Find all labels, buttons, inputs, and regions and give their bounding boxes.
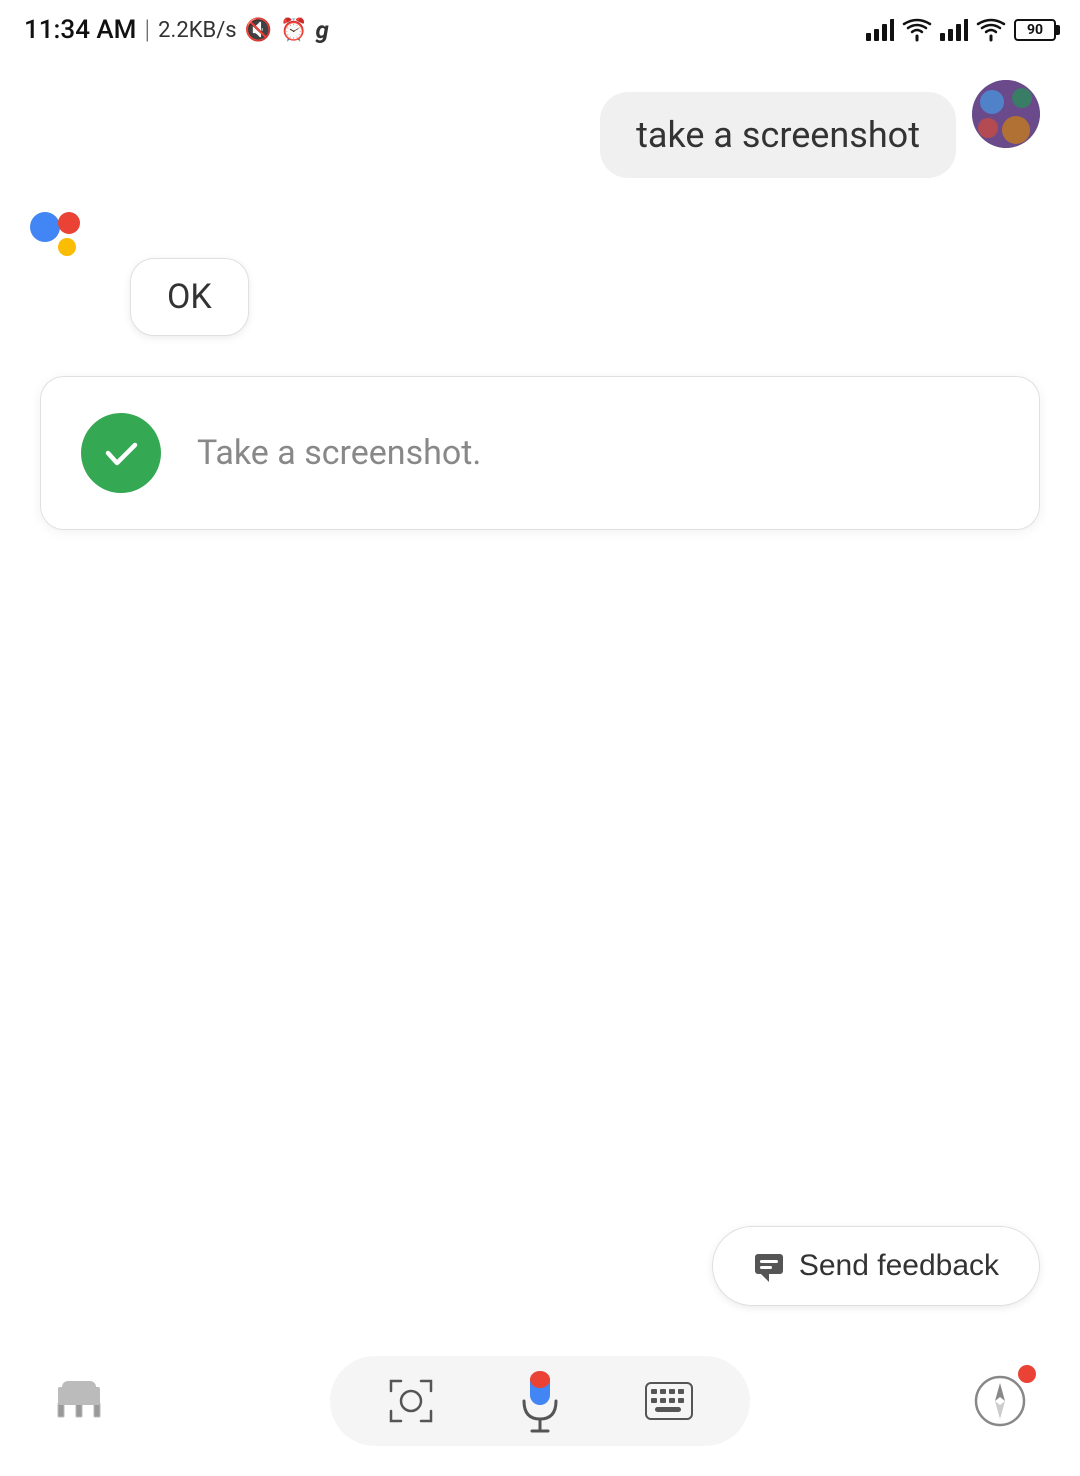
ok-text: OK <box>167 277 212 317</box>
status-left: 11:34 AM | 2.2KB/s 🔇 ⏰ g <box>24 15 329 45</box>
signal-icon-2 <box>940 19 968 41</box>
action-card: Take a screenshot. <box>40 376 1040 530</box>
action-card-text: Take a screenshot. <box>197 433 481 473</box>
assistant-row: OK <box>30 208 1050 336</box>
bottom-area: Send feedback <box>0 1226 1080 1476</box>
send-feedback-label: Send feedback <box>799 1249 999 1283</box>
ok-bubble: OK <box>130 258 249 336</box>
app-icon-g: g <box>315 16 328 44</box>
send-feedback-row: Send feedback <box>0 1226 1080 1306</box>
mute-icon: 🔇 <box>245 18 272 43</box>
keyboard-icon <box>645 1382 693 1420</box>
center-pill <box>330 1356 750 1446</box>
ghost-icon <box>50 1371 110 1431</box>
send-feedback-button[interactable]: Send feedback <box>712 1226 1040 1306</box>
keyboard-button[interactable] <box>643 1375 695 1427</box>
feedback-icon <box>753 1250 785 1282</box>
alarm-icon: ⏰ <box>280 18 307 43</box>
google-assistant-logo <box>30 212 110 272</box>
lens-button[interactable] <box>385 1375 437 1427</box>
compass-notification-dot <box>1018 1365 1036 1383</box>
microphone-button[interactable] <box>510 1361 570 1441</box>
signal-icon-1 <box>866 19 894 41</box>
google-dot-blue <box>30 212 60 242</box>
microphone-icon <box>516 1369 564 1433</box>
battery-level: 90 <box>1027 22 1043 38</box>
avatar <box>972 80 1040 148</box>
network-speed: 2.2KB/s <box>158 18 236 43</box>
status-bar: 11:34 AM | 2.2KB/s 🔇 ⏰ g <box>0 0 1080 60</box>
status-right: 90 <box>866 18 1056 42</box>
google-dot-red <box>58 212 80 234</box>
wifi-icon-2 <box>976 18 1006 42</box>
user-message-bubble: take a screenshot <box>600 92 956 178</box>
wifi-icon <box>902 18 932 42</box>
google-dot-yellow <box>58 238 76 256</box>
nav-ghost-button[interactable] <box>40 1361 120 1441</box>
time-display: 11:34 AM <box>24 15 136 45</box>
bottom-nav <box>0 1356 1080 1446</box>
avatar-image <box>972 80 1040 148</box>
separator: | <box>144 15 150 45</box>
user-message-text: take a screenshot <box>636 114 920 156</box>
chat-area: take a screenshot OK <box>0 60 1080 550</box>
green-checkmark <box>81 413 161 493</box>
checkmark-icon <box>99 431 143 475</box>
lens-icon <box>387 1377 435 1425</box>
compass-button[interactable] <box>960 1361 1040 1441</box>
battery-icon: 90 <box>1014 19 1056 41</box>
user-message-row: take a screenshot <box>30 80 1050 178</box>
